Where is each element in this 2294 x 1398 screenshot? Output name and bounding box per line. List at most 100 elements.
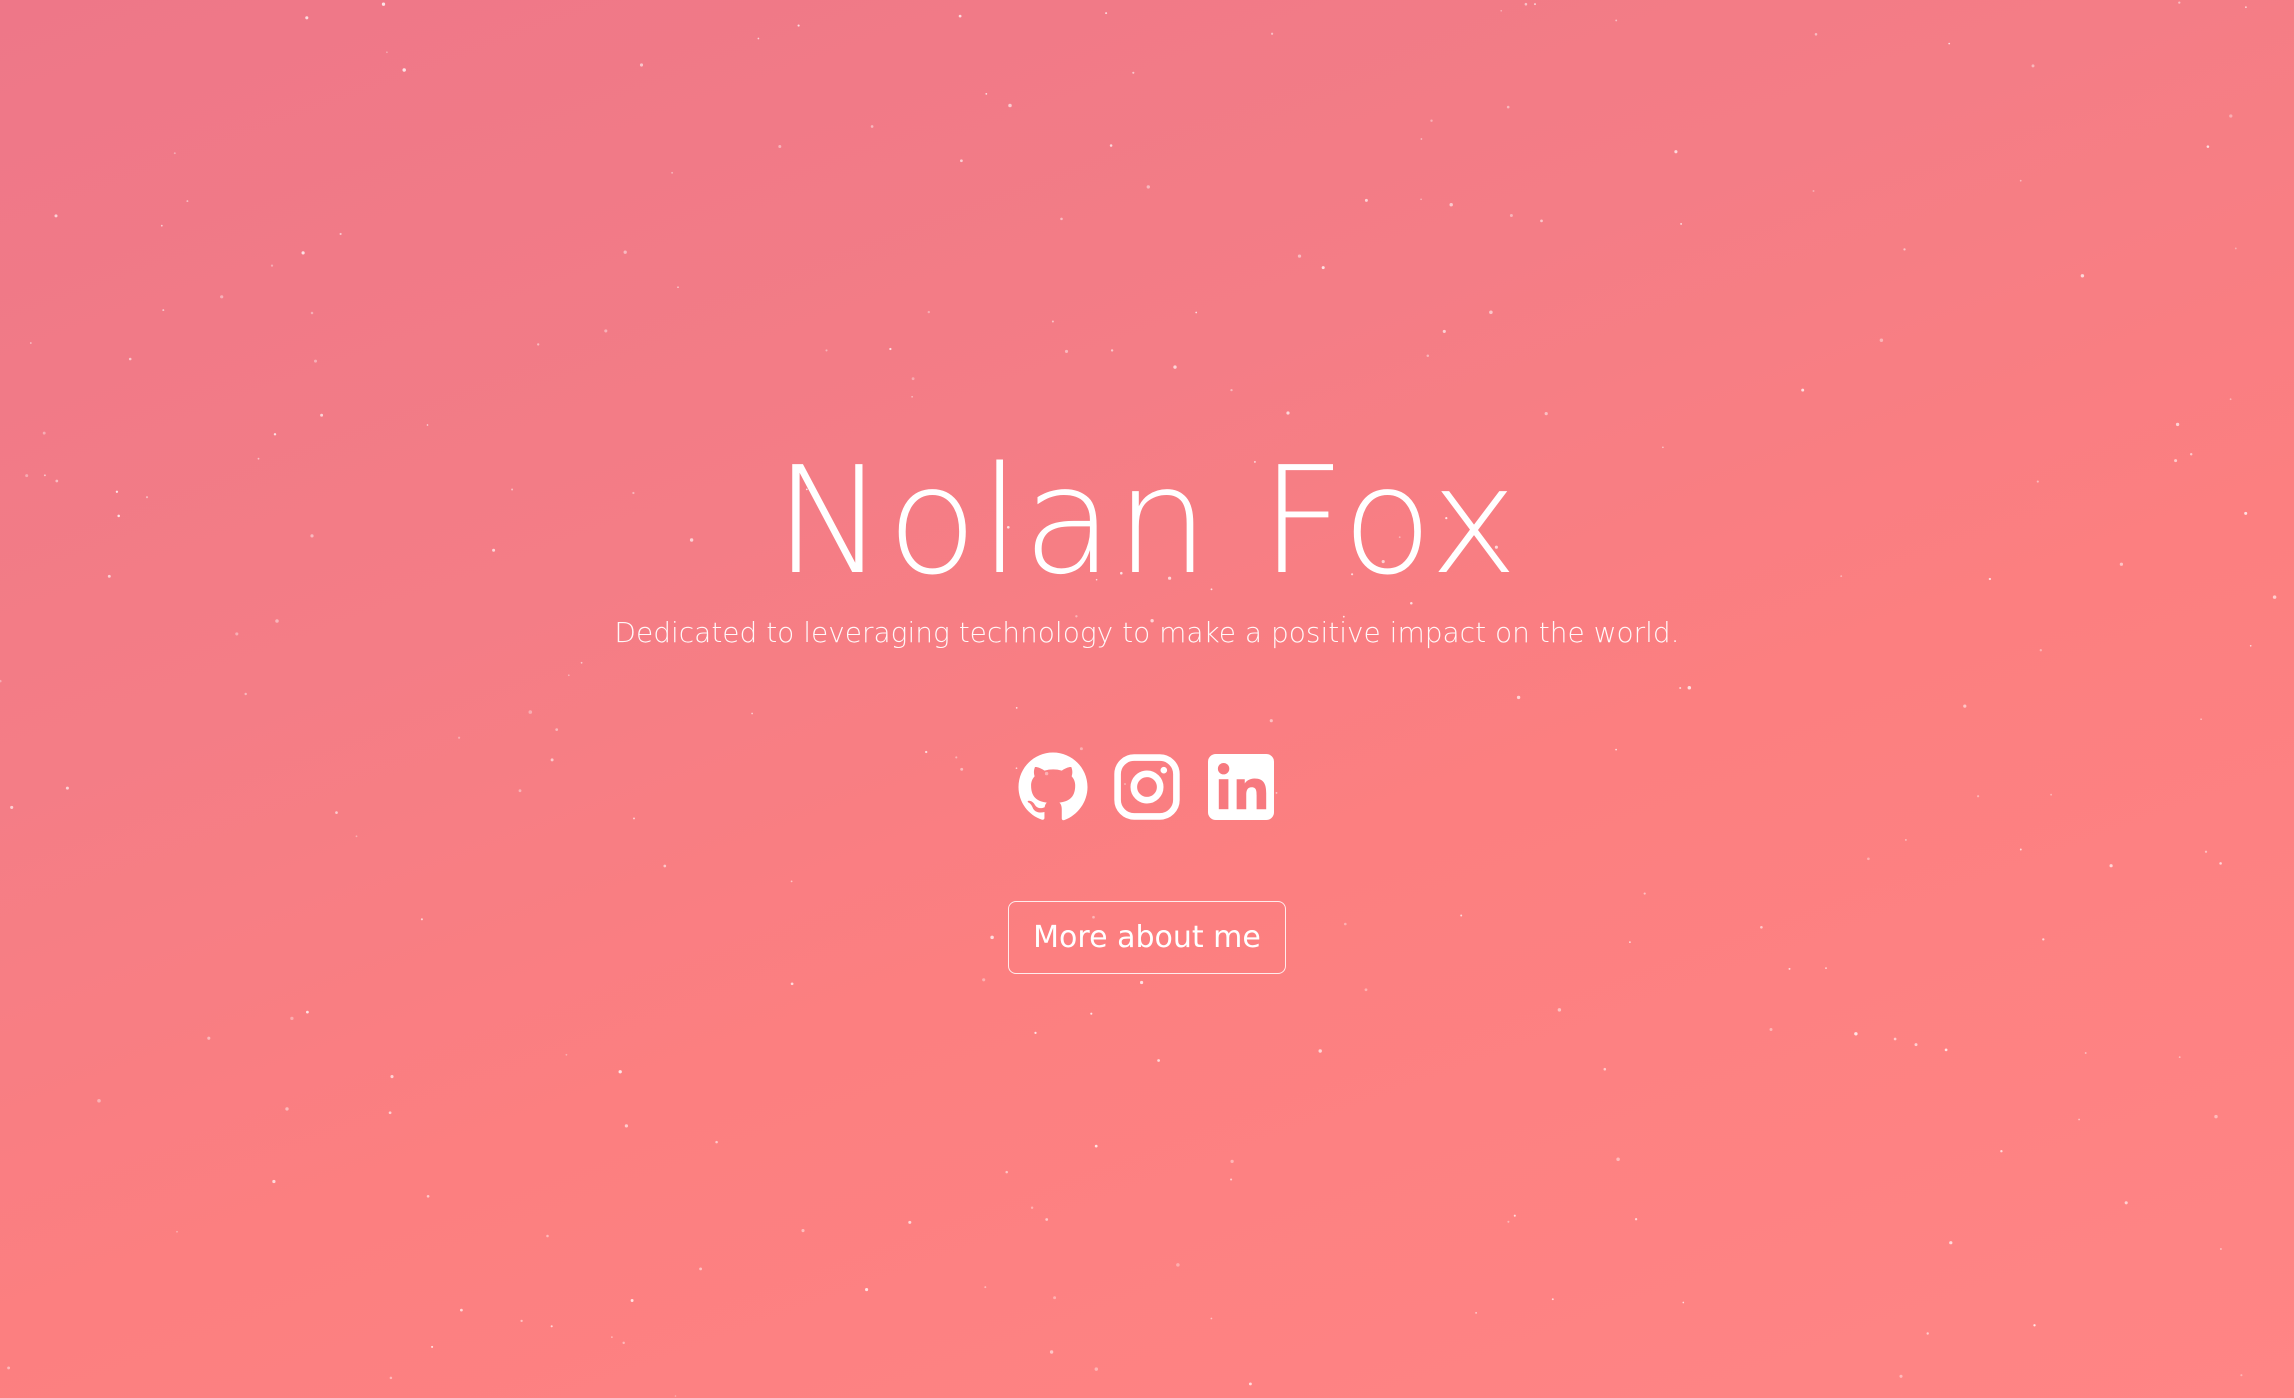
star-dot [220, 295, 224, 299]
star-dot [54, 214, 58, 218]
star-dot [2080, 274, 2085, 278]
star-dot [1544, 412, 1548, 416]
star-dot [618, 1070, 622, 1074]
star-dot [2229, 398, 2232, 401]
star-dot [339, 232, 342, 236]
star-dot [1903, 248, 1906, 251]
star-dot [1914, 1043, 1918, 1047]
star-dot [2214, 1114, 2218, 1119]
star-dot [1769, 1028, 1773, 1031]
star-dot [7, 1366, 11, 1370]
star-dot [381, 2, 386, 6]
star-dot [305, 16, 309, 20]
star-dot [1286, 411, 1290, 415]
star-dot [1173, 365, 1177, 369]
star-dot [757, 37, 760, 40]
star-dot [1157, 1059, 1160, 1062]
star-dot [1879, 338, 1884, 343]
star-dot [426, 1194, 430, 1198]
star-dot [273, 433, 277, 436]
star-dot [1146, 185, 1150, 189]
star-dot [1680, 222, 1683, 225]
star-dot [1899, 1374, 1903, 1378]
star-dot [671, 171, 674, 174]
star-dot [870, 125, 874, 128]
star-dot [1034, 1031, 1037, 1035]
star-dot [982, 978, 986, 982]
star-dot [1049, 1350, 1054, 1354]
star-dot [520, 1319, 523, 1323]
instagram-link[interactable] [1111, 751, 1183, 823]
star-dot [630, 1299, 634, 1302]
star-dot [1053, 1296, 1057, 1300]
star-dot [160, 224, 163, 227]
star-dot [1513, 1214, 1516, 1217]
star-dot [1814, 33, 1818, 36]
star-dot [1509, 214, 1513, 217]
star-dot [1176, 1263, 1180, 1267]
star-dot [1364, 198, 1368, 202]
star-dot [2124, 1201, 2128, 1205]
star-dot [162, 309, 165, 312]
star-dot [1420, 138, 1423, 140]
star-dot [1506, 105, 1510, 109]
star-dot [186, 200, 189, 203]
star-dot [2219, 1247, 2222, 1251]
star-dot [285, 1107, 289, 1111]
hero-section: Nolan Fox Dedicated to leveraging techno… [0, 440, 2294, 975]
star-dot [1364, 988, 1368, 992]
star-dot [1109, 144, 1113, 147]
star-dot [29, 342, 32, 344]
star-dot [550, 1325, 553, 1328]
star-dot [301, 251, 305, 255]
star-dot [1540, 219, 1543, 223]
star-dot [1005, 1170, 1008, 1174]
star-dot [1926, 1332, 1929, 1335]
star-dot [677, 286, 679, 289]
star-dot [1557, 1008, 1562, 1012]
star-dot [623, 250, 627, 254]
star-dot [1195, 311, 1198, 314]
star-dot [1090, 1012, 1093, 1015]
more-about-me-button[interactable]: More about me [1008, 901, 1286, 975]
star-dot [402, 68, 406, 72]
star-dot [314, 359, 317, 363]
github-link[interactable] [1017, 751, 1089, 823]
star-dot [639, 63, 644, 67]
star-dot [1674, 150, 1678, 154]
star-dot [1500, 9, 1503, 12]
star-dot [1634, 1218, 1638, 1221]
star-dot [801, 1229, 805, 1233]
tagline: Dedicated to leveraging technology to ma… [614, 615, 1680, 649]
star-dot [1030, 1206, 1034, 1209]
star-dot [1430, 119, 1433, 122]
star-dot [306, 1010, 309, 1014]
star-dot [42, 431, 46, 435]
star-dot [1801, 388, 1805, 392]
star-dot [778, 145, 782, 148]
star-dot [97, 1099, 101, 1103]
star-dot [2240, 1374, 2243, 1377]
star-dot [1948, 42, 1951, 45]
star-dot [1008, 103, 1012, 108]
star-dot [1132, 71, 1135, 74]
star-dot [1420, 198, 1422, 201]
star-dot [2175, 422, 2180, 427]
star-dot [2206, 145, 2210, 148]
star-dot [927, 310, 930, 314]
star-dot [622, 1341, 625, 1345]
star-dot [2031, 64, 2035, 68]
star-dot [207, 1036, 211, 1040]
star-dot [390, 1075, 394, 1079]
star-dot [1507, 1220, 1510, 1223]
star-dot [1230, 1178, 1233, 1181]
star-dot [985, 93, 988, 95]
linkedin-link[interactable] [1205, 751, 1277, 823]
star-dot [1105, 12, 1108, 15]
star-dot [2078, 1118, 2080, 1121]
star-dot [1616, 1157, 1620, 1162]
star-dot [2019, 179, 2022, 182]
star-dot [611, 1336, 613, 1338]
social-links [0, 751, 2294, 823]
star-dot [537, 343, 540, 346]
